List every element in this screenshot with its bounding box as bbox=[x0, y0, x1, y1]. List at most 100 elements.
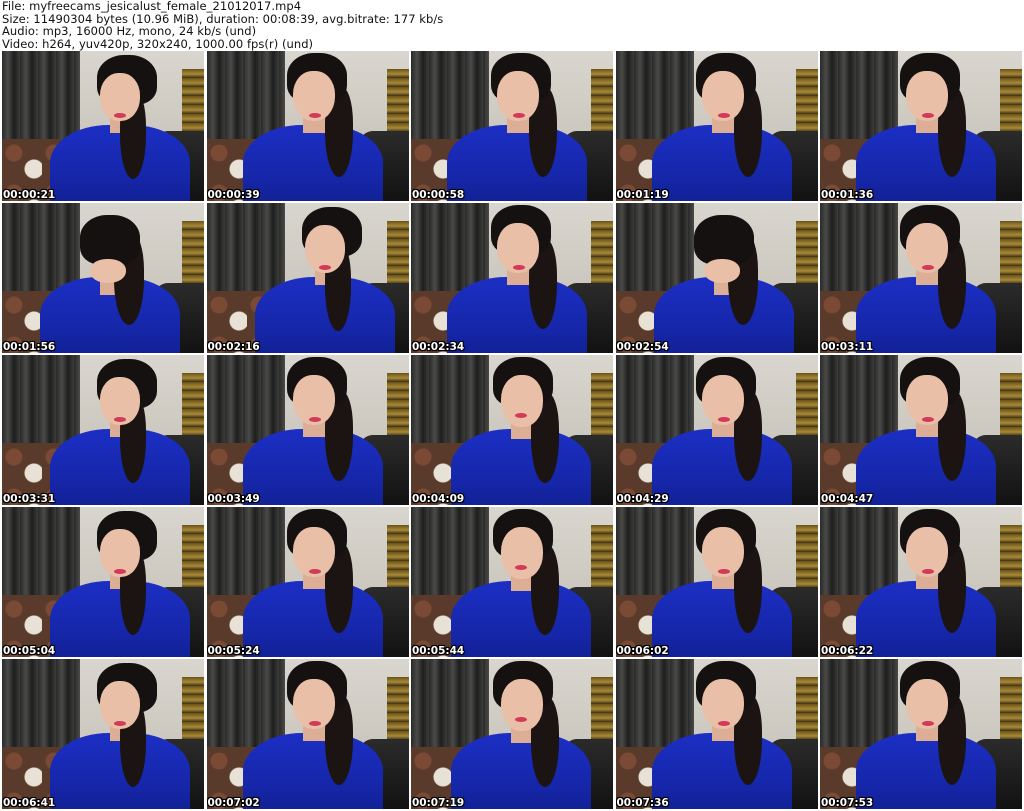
lips bbox=[515, 413, 527, 418]
thumbnail-frame: 00:05:04 bbox=[2, 507, 204, 657]
thumbnail-frame: 00:00:39 bbox=[206, 51, 409, 201]
lips bbox=[308, 113, 321, 118]
lips bbox=[515, 717, 527, 722]
person-figure bbox=[820, 203, 1022, 353]
person-figure bbox=[207, 507, 409, 657]
timestamp-label: 00:04:47 bbox=[821, 493, 874, 505]
timestamp-label: 00:04:29 bbox=[616, 493, 669, 505]
timestamp-label: 00:05:44 bbox=[412, 645, 465, 657]
thumbnail-frame: 00:07:36 bbox=[615, 659, 818, 809]
blue-top bbox=[242, 429, 383, 505]
person-figure bbox=[411, 51, 613, 201]
thumbnail-frame: 00:06:02 bbox=[615, 507, 818, 657]
thumbnail-frame: 00:03:11 bbox=[820, 203, 1022, 353]
thumbnail-grid: 00:00:21 00:00:39 00:00:58 00:01:19 00:01:36… bbox=[2, 51, 1022, 811]
lips bbox=[114, 417, 126, 422]
blue-top bbox=[856, 125, 996, 201]
lips bbox=[318, 265, 331, 270]
person-figure bbox=[820, 51, 1022, 201]
person-figure bbox=[207, 203, 409, 353]
person-figure bbox=[820, 507, 1022, 657]
person-figure bbox=[2, 659, 204, 809]
timestamp-label: 00:00:39 bbox=[207, 189, 260, 201]
timestamp-label: 00:06:41 bbox=[3, 797, 56, 809]
face bbox=[501, 375, 543, 427]
lips bbox=[308, 417, 321, 422]
file-name-line: File: myfreecams_jesicalust_female_21012… bbox=[2, 0, 302, 13]
blue-top bbox=[242, 581, 383, 657]
person-figure bbox=[616, 51, 818, 201]
blue-top bbox=[856, 429, 996, 505]
thumbnail-frame: 00:06:22 bbox=[820, 507, 1022, 657]
blue-top bbox=[651, 733, 792, 809]
timestamp-label: 00:03:49 bbox=[207, 493, 260, 505]
thumbnail-frame: 00:02:54 bbox=[615, 203, 818, 353]
blue-top bbox=[651, 125, 792, 201]
timestamp-label: 00:03:11 bbox=[821, 341, 874, 353]
timestamp-label: 00:07:02 bbox=[207, 797, 260, 809]
person-figure bbox=[2, 203, 204, 353]
blue-top bbox=[447, 125, 587, 201]
face bbox=[501, 527, 543, 579]
person-figure bbox=[616, 203, 818, 353]
blue-top bbox=[242, 125, 383, 201]
lips bbox=[513, 113, 525, 118]
person-figure bbox=[207, 51, 409, 201]
blue-top bbox=[451, 581, 591, 657]
person-figure bbox=[2, 51, 204, 201]
blue-top bbox=[856, 581, 996, 657]
timestamp-label: 00:04:09 bbox=[412, 493, 465, 505]
thumbnail-frame: 00:07:53 bbox=[820, 659, 1022, 809]
lips bbox=[717, 113, 730, 118]
timestamp-label: 00:00:58 bbox=[412, 189, 465, 201]
lips bbox=[922, 721, 934, 726]
blue-top bbox=[242, 733, 383, 809]
blue-top bbox=[856, 277, 996, 353]
audio-info-line: Audio: mp3, 16000 Hz, mono, 24 kb/s (und… bbox=[2, 24, 257, 38]
thumbnail-frame: 00:06:41 bbox=[2, 659, 204, 809]
timestamp-label: 00:07:36 bbox=[616, 797, 669, 809]
lips bbox=[717, 721, 730, 726]
timestamp-label: 00:02:54 bbox=[616, 341, 669, 353]
thumbnail-frame: 00:04:47 bbox=[820, 355, 1022, 505]
thumbnail-frame: 00:02:16 bbox=[206, 203, 409, 353]
hair bbox=[80, 215, 140, 265]
face bbox=[501, 679, 543, 731]
lips bbox=[515, 565, 527, 570]
timestamp-label: 00:07:19 bbox=[412, 797, 465, 809]
lips bbox=[114, 569, 126, 574]
thumbnail-frame: 00:04:09 bbox=[411, 355, 613, 505]
blue-top bbox=[651, 429, 792, 505]
person-figure bbox=[820, 659, 1022, 809]
person-figure bbox=[207, 659, 409, 809]
blue-top bbox=[447, 277, 587, 353]
timestamp-label: 00:00:21 bbox=[3, 189, 56, 201]
thumbnail-frame: 00:02:34 bbox=[411, 203, 613, 353]
person-figure bbox=[411, 355, 613, 505]
person-figure bbox=[207, 355, 409, 505]
timestamp-label: 00:06:02 bbox=[616, 645, 669, 657]
video-info-header: File: myfreecams_jesicalust_female_21012… bbox=[2, 0, 1020, 50]
thumbnail-frame: 00:01:36 bbox=[820, 51, 1022, 201]
hair bbox=[693, 215, 754, 265]
person-figure bbox=[2, 355, 204, 505]
face bbox=[703, 259, 740, 283]
person-figure bbox=[820, 355, 1022, 505]
lips bbox=[922, 569, 934, 574]
person-figure bbox=[616, 355, 818, 505]
timestamp-label: 00:06:22 bbox=[821, 645, 874, 657]
timestamp-label: 00:02:34 bbox=[412, 341, 465, 353]
timestamp-label: 00:01:19 bbox=[616, 189, 669, 201]
thumbnail-frame: 00:07:19 bbox=[411, 659, 613, 809]
lips bbox=[308, 721, 321, 726]
person-figure bbox=[411, 203, 613, 353]
lips bbox=[922, 113, 934, 118]
lips bbox=[922, 265, 934, 270]
lips bbox=[922, 417, 934, 422]
person-figure bbox=[411, 659, 613, 809]
thumbnail-frame: 00:00:58 bbox=[411, 51, 613, 201]
person-figure bbox=[616, 507, 818, 657]
timestamp-label: 00:02:16 bbox=[207, 341, 260, 353]
thumbnail-frame: 00:05:44 bbox=[411, 507, 613, 657]
lips bbox=[717, 417, 730, 422]
